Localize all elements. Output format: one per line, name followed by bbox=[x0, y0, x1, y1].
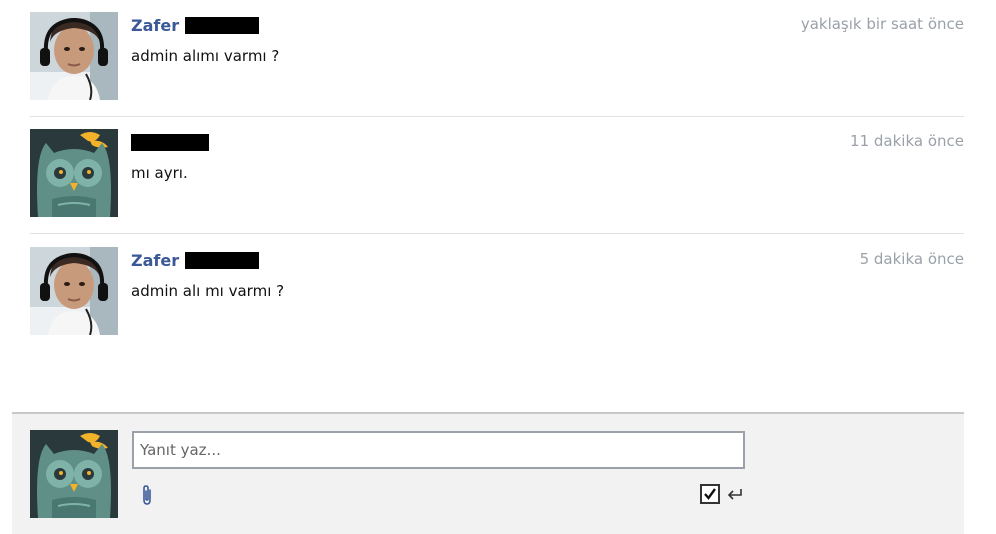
timestamp: 5 dakika önce bbox=[859, 250, 964, 268]
message-item: Zafer yaklaşık bir saat önce admin alımı… bbox=[0, 0, 964, 118]
redacted-surname bbox=[185, 16, 260, 34]
sender-name[interactable]: Zafer bbox=[131, 14, 260, 36]
send-on-enter-checkbox[interactable] bbox=[700, 484, 720, 504]
message-item: 11 dakika önce mı ayrı. bbox=[0, 117, 964, 235]
owl-avatar bbox=[30, 129, 118, 217]
message-item: Zafer 5 dakika önce admin alı mı varmı ? bbox=[0, 235, 964, 353]
message-text: admin alı mı varmı ? bbox=[131, 282, 285, 300]
timestamp: 11 dakika önce bbox=[850, 132, 964, 150]
message-text: admin alımı varmı ? bbox=[131, 47, 280, 65]
paperclip-icon bbox=[143, 485, 151, 505]
send-on-enter-toggle bbox=[700, 482, 760, 506]
message-text: mı ayrı. bbox=[131, 164, 188, 182]
owl-avatar bbox=[30, 430, 118, 518]
avatar[interactable] bbox=[30, 129, 118, 217]
reply-input[interactable] bbox=[132, 431, 745, 469]
enter-arrow-icon bbox=[727, 489, 742, 500]
attach-button[interactable] bbox=[136, 482, 158, 508]
user-photo-headphones bbox=[30, 12, 118, 100]
sender-name[interactable] bbox=[131, 131, 209, 153]
user-photo-headphones bbox=[30, 247, 118, 335]
avatar bbox=[30, 430, 118, 518]
message-thread: Zafer yaklaşık bir saat önce admin alımı… bbox=[0, 0, 996, 534]
redacted-surname bbox=[185, 251, 260, 269]
sender-name-text[interactable]: Zafer bbox=[131, 251, 179, 270]
checkmark-icon bbox=[704, 488, 716, 500]
sender-name[interactable]: Zafer bbox=[131, 249, 260, 271]
sender-name-text[interactable]: Zafer bbox=[131, 16, 179, 35]
avatar[interactable] bbox=[30, 12, 118, 100]
divider bbox=[30, 233, 964, 234]
timestamp: yaklaşık bir saat önce bbox=[800, 15, 964, 33]
reply-composer bbox=[12, 412, 964, 534]
avatar[interactable] bbox=[30, 247, 118, 335]
redacted-name bbox=[131, 133, 209, 151]
